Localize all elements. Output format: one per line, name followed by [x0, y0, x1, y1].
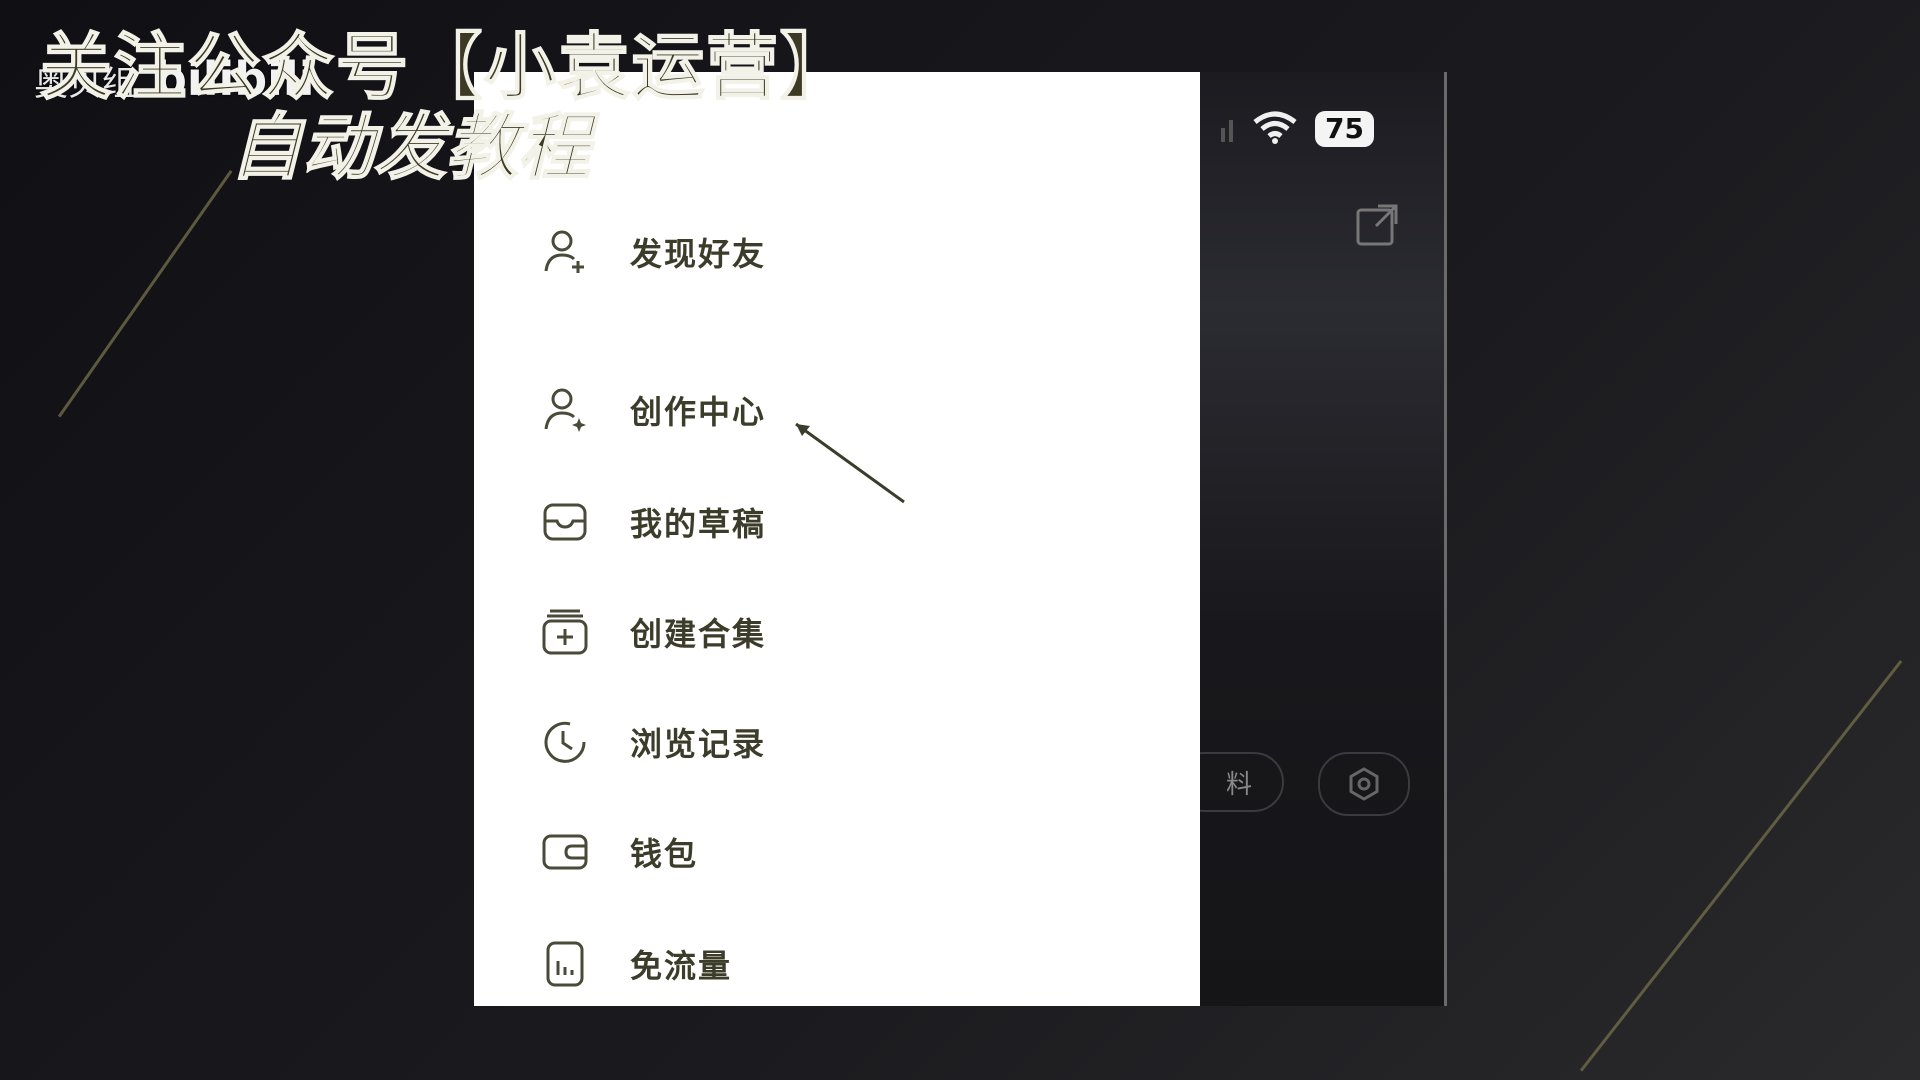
- drafts-icon: [540, 497, 590, 547]
- add-friend-icon: [540, 227, 590, 277]
- edit-profile-label: 料: [1225, 769, 1252, 800]
- menu-item-label: 浏览记录: [630, 725, 767, 763]
- status-bar: 75: [1221, 110, 1374, 148]
- menu-item-label: 创建合集: [630, 615, 767, 653]
- menu-item-wallet[interactable]: 钱包: [540, 822, 698, 882]
- menu-item-data-free[interactable]: 免流量: [540, 934, 732, 994]
- signal-icon: [1221, 114, 1235, 144]
- background-stripe: [57, 170, 233, 418]
- side-drawer: 发现好友 创作中心 我的草稿 创建合集 浏览记录 钱包 免流量: [474, 72, 1200, 1006]
- gear-icon: [1349, 767, 1379, 801]
- profile-background: [1200, 72, 1444, 1006]
- menu-item-label: 钱包: [630, 835, 699, 873]
- creator-icon: [540, 385, 590, 435]
- wallet-icon: [540, 827, 590, 877]
- data-free-icon: [540, 939, 590, 989]
- menu-item-find-friends[interactable]: 发现好友: [540, 222, 766, 282]
- share-icon[interactable]: [1354, 202, 1400, 248]
- wifi-icon: [1253, 110, 1297, 148]
- menu-item-drafts[interactable]: 我的草稿: [540, 492, 766, 552]
- overlay-subtitle: 自动发教程: [229, 104, 591, 190]
- menu-item-create-collection[interactable]: 创建合集: [540, 602, 766, 662]
- history-icon: [540, 717, 590, 767]
- menu-item-label: 发现好友: [630, 235, 767, 273]
- menu-item-label: 免流量: [630, 947, 733, 985]
- menu-item-label: 我的草稿: [630, 505, 767, 543]
- settings-button[interactable]: [1318, 752, 1410, 816]
- menu-item-label: 创作中心: [630, 393, 767, 431]
- collection-add-icon: [540, 607, 590, 657]
- phone-screen: 75 料 发现好友 创作中心 我的草稿 创建合集 浏览记录 钱包 免流量: [474, 72, 1447, 1006]
- menu-item-history[interactable]: 浏览记录: [540, 712, 766, 772]
- battery-indicator: 75: [1315, 111, 1374, 147]
- menu-item-creator-center[interactable]: 创作中心: [540, 380, 766, 440]
- pointer-arrow: [795, 422, 905, 504]
- background-stripe: [1579, 660, 1903, 1072]
